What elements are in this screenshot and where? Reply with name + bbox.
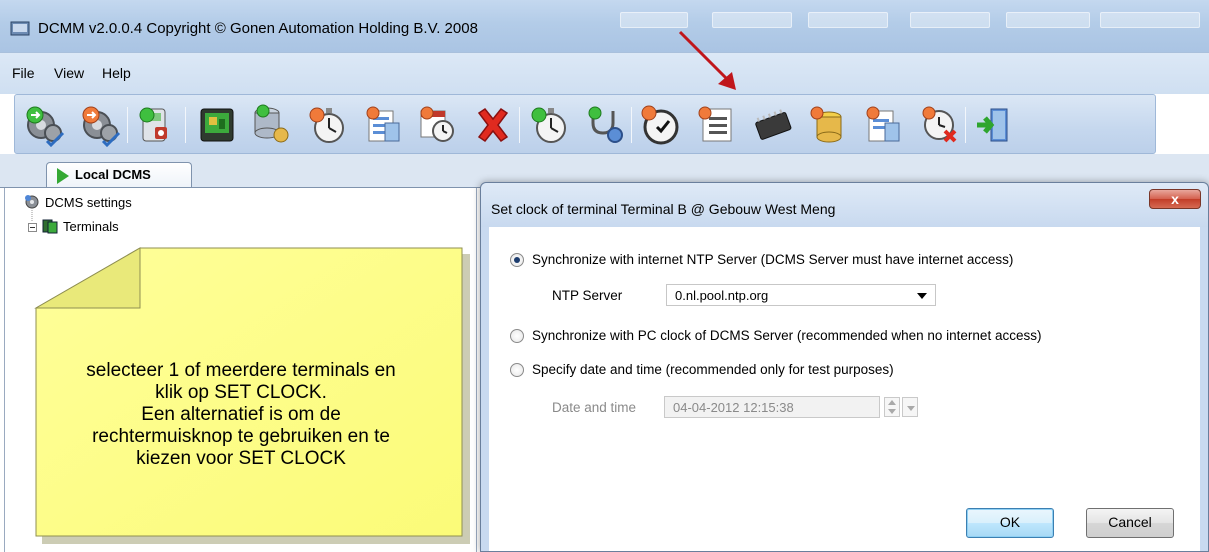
option-label: Specify date and time (recommended only … xyxy=(532,362,894,377)
spin-updown-icon[interactable] xyxy=(884,397,900,417)
background-tab xyxy=(910,12,990,28)
database-server-icon[interactable] xyxy=(249,103,293,147)
close-button[interactable]: x xyxy=(1149,189,1201,209)
option-manual-datetime[interactable]: Specify date and time (recommended only … xyxy=(510,362,894,377)
datetime-label: Date and time xyxy=(552,400,637,415)
background-tab xyxy=(1006,12,1090,28)
menu-bar: File View Help xyxy=(0,52,1209,94)
note-text: selecteer 1 of meerdere terminals en kli… xyxy=(86,360,396,469)
menu-help[interactable]: Help xyxy=(102,65,131,81)
ntp-server-label: NTP Server xyxy=(552,288,623,303)
calendar-dropdown-icon[interactable] xyxy=(902,397,918,417)
menu-view[interactable]: View xyxy=(54,65,84,81)
radio-button[interactable] xyxy=(510,252,524,267)
window-title: DCMM v2.0.0.4 Copyright © Gonen Automati… xyxy=(38,20,478,37)
background-tab xyxy=(808,12,888,28)
play-icon xyxy=(57,168,69,184)
annotation-arrow xyxy=(678,30,736,90)
option-ntp-server[interactable]: Synchronize with internet NTP Server (DC… xyxy=(510,252,1013,267)
set-clock-icon[interactable] xyxy=(639,103,683,147)
datetime-field[interactable]: 04-04-2012 12:15:38 xyxy=(664,396,880,418)
dialog-titlebar: Set clock of terminal Terminal B @ Gebou… xyxy=(481,183,1208,227)
delete-icon[interactable] xyxy=(471,103,515,147)
title-bar: DCMM v2.0.0.4 Copyright © Gonen Automati… xyxy=(0,0,1209,52)
schedule-report-icon[interactable] xyxy=(361,103,405,147)
option-label: Synchronize with internet NTP Server (DC… xyxy=(532,252,1014,267)
stopwatch-refresh-icon[interactable] xyxy=(527,103,571,147)
ntp-server-combo[interactable]: 0.nl.pool.ntp.org xyxy=(666,284,936,306)
option-pc-clock[interactable]: Synchronize with PC clock of DCMS Server… xyxy=(510,328,1041,343)
task-list-icon[interactable] xyxy=(695,103,739,147)
ok-button[interactable]: OK xyxy=(966,508,1054,538)
tree-item-label: DCMS settings xyxy=(45,194,132,210)
dialog-body xyxy=(489,227,1200,551)
chevron-down-icon xyxy=(917,293,927,299)
dialog-title: Set clock of terminal Terminal B @ Gebou… xyxy=(491,201,836,217)
stop-services-icon[interactable] xyxy=(77,103,121,147)
terminal-security-icon[interactable] xyxy=(133,103,177,147)
terminal-board-icon[interactable] xyxy=(195,103,239,147)
cancel-button[interactable]: Cancel xyxy=(1086,508,1174,538)
database-upload-icon[interactable] xyxy=(805,103,849,147)
radio-button[interactable] xyxy=(510,328,524,343)
menu-file[interactable]: File xyxy=(12,65,35,81)
radio-button[interactable] xyxy=(510,362,524,377)
clock-cancel-icon[interactable] xyxy=(917,103,961,147)
report-upload-icon[interactable] xyxy=(861,103,905,147)
toolbar xyxy=(14,94,1156,154)
stethoscope-icon[interactable] xyxy=(583,103,627,147)
stopwatch-icon[interactable] xyxy=(305,103,349,147)
tab-local-dcms[interactable]: Local DCMS xyxy=(46,162,192,188)
calendar-clock-icon[interactable] xyxy=(415,103,459,147)
tree-connector xyxy=(31,206,33,221)
exit-icon[interactable] xyxy=(971,103,1015,147)
background-tab xyxy=(1100,12,1200,28)
tab-label: Local DCMS xyxy=(75,167,151,182)
app-icon xyxy=(10,21,30,36)
tree-item-label: Terminals xyxy=(63,218,119,234)
chip-icon[interactable] xyxy=(751,103,795,147)
start-services-icon[interactable] xyxy=(21,103,65,147)
tree-item-terminals[interactable]: Terminals xyxy=(42,218,119,234)
ntp-server-value: 0.nl.pool.ntp.org xyxy=(675,288,769,303)
option-label: Synchronize with PC clock of DCMS Server… xyxy=(532,328,1042,343)
